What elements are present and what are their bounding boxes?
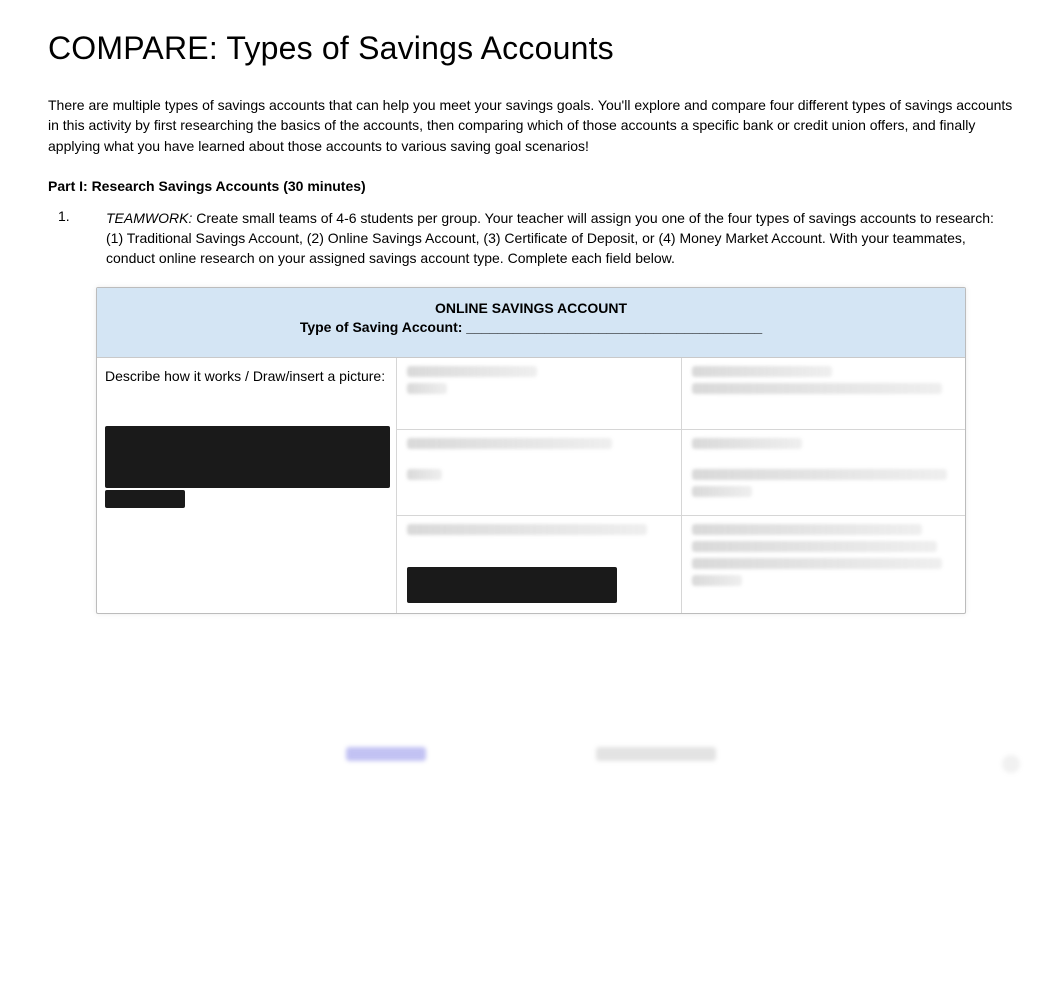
part-one-heading: Part I: Research Savings Accounts (30 mi… xyxy=(48,178,1014,194)
table-cell xyxy=(682,516,965,612)
table-cell xyxy=(397,516,681,612)
list-body: Create small teams of 4-6 students per g… xyxy=(106,210,994,267)
describe-label: Describe how it works / Draw/insert a pi… xyxy=(105,368,388,384)
blurred-text xyxy=(692,541,937,552)
redacted-content xyxy=(105,426,390,488)
table-cell xyxy=(682,430,965,516)
blurred-text xyxy=(692,366,832,377)
page-indicator xyxy=(1002,755,1020,773)
document-page: COMPARE: Types of Savings Accounts There… xyxy=(0,0,1062,614)
table-header-subtitle: Type of Saving Account: ________________… xyxy=(105,319,957,335)
blurred-text xyxy=(407,469,442,480)
table-cell xyxy=(397,430,681,516)
blurred-text xyxy=(692,558,942,569)
redacted-content xyxy=(407,567,617,603)
footer-text-blur xyxy=(596,747,716,761)
table-col-right xyxy=(682,358,965,613)
intro-paragraph: There are multiple types of savings acco… xyxy=(48,95,1014,156)
teamwork-label: TEAMWORK: xyxy=(106,210,192,226)
blurred-text xyxy=(692,469,947,480)
blurred-text xyxy=(407,438,612,449)
list-number: 1. xyxy=(58,208,70,224)
footer-link-blur xyxy=(346,747,426,761)
table-col-describe: Describe how it works / Draw/insert a pi… xyxy=(97,358,397,613)
table-body: Describe how it works / Draw/insert a pi… xyxy=(97,358,965,613)
blurred-text xyxy=(407,383,447,394)
redacted-content xyxy=(105,490,185,508)
blurred-text xyxy=(407,366,537,377)
list-item: 1. TEAMWORK: Create small teams of 4-6 s… xyxy=(82,208,1014,269)
blurred-text xyxy=(692,575,742,586)
list-text: TEAMWORK: Create small teams of 4-6 stud… xyxy=(106,208,1014,269)
savings-account-table: ONLINE SAVINGS ACCOUNT Type of Saving Ac… xyxy=(96,287,966,614)
table-col-middle xyxy=(397,358,682,613)
instruction-list: 1. TEAMWORK: Create small teams of 4-6 s… xyxy=(48,208,1014,269)
footer-area xyxy=(0,747,1062,761)
table-cell xyxy=(397,358,681,430)
page-title: COMPARE: Types of Savings Accounts xyxy=(48,30,1014,67)
table-header-title: ONLINE SAVINGS ACCOUNT xyxy=(105,300,957,316)
blurred-text xyxy=(407,524,647,535)
table-cell xyxy=(682,358,965,430)
blurred-text xyxy=(692,383,942,394)
table-header: ONLINE SAVINGS ACCOUNT Type of Saving Ac… xyxy=(97,288,965,358)
blurred-text xyxy=(692,524,922,535)
blurred-text xyxy=(692,438,802,449)
blurred-text xyxy=(692,486,752,497)
